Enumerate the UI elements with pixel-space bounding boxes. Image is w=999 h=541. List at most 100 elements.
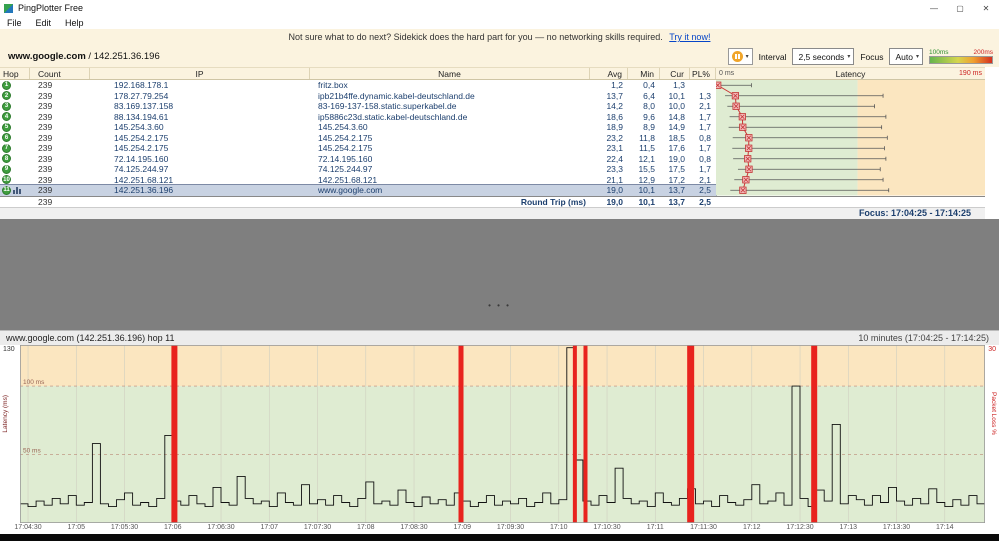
ip-cell: 83.169.137.158 [114, 101, 174, 112]
focus-select[interactable]: Auto ▾ [889, 48, 923, 65]
menu-bar: File Edit Help [0, 16, 999, 30]
avg-cell: 18,9 [606, 122, 623, 133]
ip-cell: 142.251.36.196 [114, 185, 174, 196]
menu-file[interactable]: File [0, 18, 29, 28]
count-cell: 239 [38, 80, 53, 91]
hop-row-10[interactable]: 10 239 142.251.68.121 142.251.68.121 21,1 12,… [0, 175, 716, 186]
hop-cell: 5 [0, 122, 30, 133]
pl-cell: 2,5 [699, 185, 711, 196]
interval-select[interactable]: 2,5 seconds ▾ [792, 48, 855, 65]
hop-cell: 8 [0, 154, 30, 165]
name-cell: www.google.com [318, 185, 383, 196]
table-header-columns: Hop Count IP Name Avg Min Cur PL% [0, 68, 716, 79]
interval-label: Interval [758, 51, 787, 62]
hop-row-4[interactable]: 4 239 88.134.194.61 ip5886c23d.static.kabel… [0, 112, 716, 123]
app-icon [4, 3, 13, 13]
min-cell: 10,1 [638, 185, 655, 196]
toolbar: www.google.com / 142.251.36.196 ▾ Interv… [0, 47, 993, 66]
hop-row-3[interactable]: 3 239 83.169.137.158 83-169-137-158.static.… [0, 101, 716, 112]
time-tick: 17:09:30 [496, 524, 525, 531]
latency-gradient-bar [929, 56, 993, 64]
menu-help[interactable]: Help [58, 18, 91, 28]
column-header-count[interactable]: Count [30, 68, 90, 79]
cur-cell: 19,0 [668, 153, 685, 164]
time-tick: 17:11 [646, 524, 664, 531]
name-cell: 145.254.2.175 [318, 132, 373, 143]
hop-cell: 6 [0, 133, 30, 144]
min-cell: 12,1 [638, 153, 655, 164]
time-tick: 17:08:30 [400, 524, 428, 531]
count-cell: 239 [38, 111, 53, 122]
hop-row-5[interactable]: 5 239 145.254.3.60 145.254.3.60 18,9 8,9 14,9 1… [0, 122, 716, 133]
hop-cell: 2 [0, 91, 30, 102]
latency-column-header: 0 ms Latency 190 ms [716, 68, 985, 79]
column-header-cur[interactable]: Cur [660, 68, 690, 79]
time-tick: 17:07 [260, 524, 279, 531]
cur-cell: 10,1 [668, 90, 685, 101]
target-host: www.google.com [8, 51, 86, 62]
hop-row-8[interactable]: 8 239 72.14.195.160 72.14.195.160 22,4 12,1 19… [0, 154, 716, 165]
dropdown-arrow-icon: ▾ [915, 54, 919, 60]
round-trip-label: Round Trip (ms) [520, 196, 586, 207]
pl-cell [690, 80, 716, 91]
time-tick: 17:06 [164, 524, 182, 531]
min-cell: 11,8 [639, 132, 655, 143]
column-header-name[interactable]: Name [310, 68, 590, 79]
cur-cell: 17,6 [668, 143, 685, 154]
min-cell: 8,0 [643, 101, 655, 112]
name-cell: 83-169-137-158.static.superkabel.de [318, 101, 457, 112]
hop-row-9[interactable]: 9 239 74.125.244.97 74.125.244.97 23,3 15,5 17… [0, 164, 716, 175]
hop-row-11[interactable]: 11 239 142.251.36.196 www.google.com 19,0 10,… [0, 184, 717, 197]
ip-cell: 178.27.79.254 [114, 90, 169, 101]
dropdown-arrow-icon: ▾ [847, 54, 851, 60]
column-header-avg[interactable]: Avg [590, 68, 628, 79]
hop-row-1[interactable]: 1 239 192.168.178.1 fritz.box 1,2 0,4 1,3 [0, 80, 716, 91]
svg-text:100 ms: 100 ms [23, 379, 45, 386]
min-cell: 15,5 [638, 164, 655, 175]
route-graph [716, 80, 985, 196]
minimize-icon[interactable]: — [921, 1, 947, 16]
sidekick-notice: Not sure what to do next? Sidekick does … [0, 32, 999, 42]
min-cell: 0,4 [643, 80, 655, 91]
time-tick: 17:09 [453, 524, 472, 531]
timeline-title: www.google.com (142.251.36.196) hop 11 [6, 333, 175, 343]
target-address: www.google.com / 142.251.36.196 [8, 51, 160, 62]
target-separator: / [88, 51, 92, 62]
splitter-handle-icon[interactable]: • • • [488, 301, 511, 310]
time-tick: 17:07:30 [303, 524, 332, 531]
pause-button[interactable]: ▾ [727, 48, 753, 65]
window-controls: — ▢ ✕ [921, 1, 999, 16]
avg-cell: 23,1 [606, 143, 623, 154]
hop-badge: 5 [2, 122, 11, 132]
avg-cell: 21,1 [606, 174, 623, 185]
packet-loss-axis-label: Packet Loss % [990, 392, 997, 435]
avg-cell: 13,7 [606, 90, 623, 101]
try-it-now-link[interactable]: Try it now! [669, 32, 710, 42]
hop-cell: 4 [0, 112, 30, 123]
count-cell: 239 [38, 132, 53, 143]
count-cell: 239 [38, 122, 53, 133]
name-cell: 145.254.2.175 [318, 143, 373, 154]
hop-badge: 2 [2, 91, 11, 101]
column-header-hop[interactable]: Hop [0, 68, 30, 79]
ip-cell: 74.125.244.97 [114, 164, 169, 175]
summary-count: 239 [38, 196, 53, 207]
column-header-ip[interactable]: IP [90, 68, 310, 79]
column-header-min[interactable]: Min [628, 68, 660, 79]
min-cell: 9,6 [643, 111, 655, 122]
hop-row-6[interactable]: 6 239 145.254.2.175 145.254.2.175 23,2 11,8 18… [0, 133, 716, 144]
close-icon[interactable]: ✕ [973, 1, 999, 16]
name-cell: ipb21b4ffe.dynamic.kabel-deutschland.de [318, 90, 475, 101]
maximize-icon[interactable]: ▢ [947, 1, 973, 16]
focus-range-bar: Focus: 17:04:25 - 17:14:25 [0, 206, 985, 219]
hop-row-2[interactable]: 2 239 178.27.79.254 ipb21b4ffe.dynamic.kabe… [0, 91, 716, 102]
focus-range-text: Focus: 17:04:25 - 17:14:25 [858, 208, 971, 218]
column-header-plpct[interactable]: PL% [690, 68, 716, 79]
menu-edit[interactable]: Edit [29, 18, 59, 28]
timeline-graph[interactable]: 100 ms 50 ms [20, 345, 985, 523]
cur-cell: 17,5 [668, 164, 685, 175]
ip-cell: 145.254.2.175 [114, 132, 169, 143]
hop-row-7[interactable]: 7 239 145.254.2.175 145.254.2.175 23,1 11,5 17… [0, 143, 716, 154]
summary-avg: 19,0 [606, 196, 623, 207]
cur-cell: 10,0 [668, 101, 685, 112]
